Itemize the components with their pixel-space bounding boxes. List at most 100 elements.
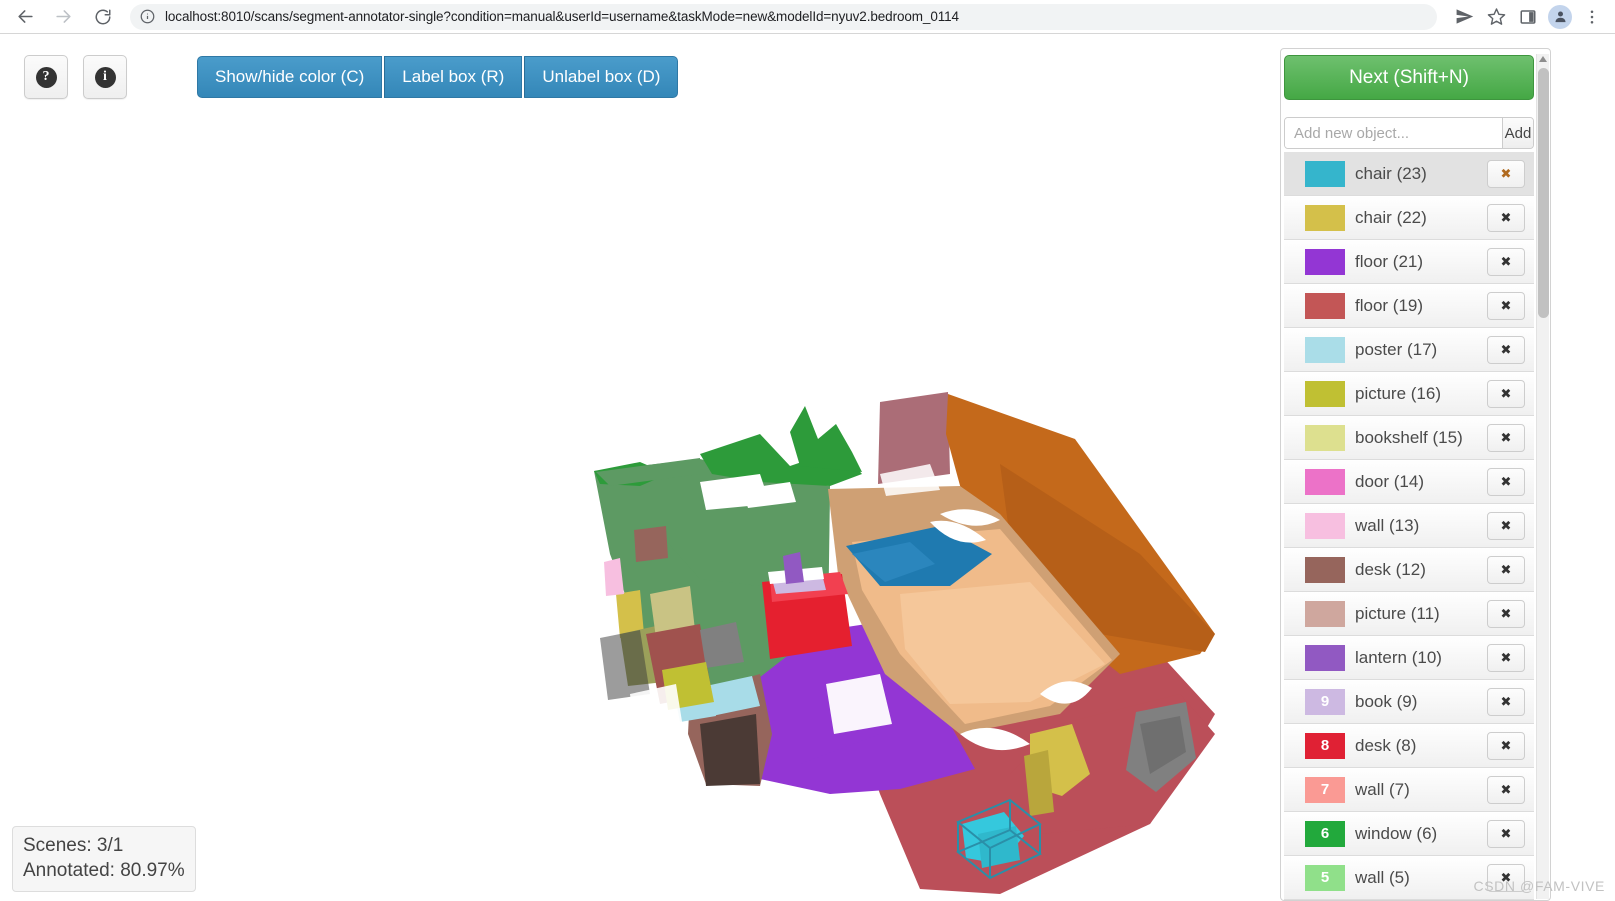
object-color-swatch[interactable] [1305, 644, 1345, 671]
next-button[interactable]: Next (Shift+N) [1284, 55, 1534, 100]
object-color-swatch[interactable] [1305, 380, 1345, 407]
object-list-scrollbar[interactable] [1536, 54, 1549, 899]
object-list-item[interactable]: door (14) ✖ [1284, 460, 1534, 504]
reload-icon[interactable] [88, 2, 118, 32]
object-panel: Next (Shift+N) Add chair (23)✖chair (22)… [1280, 34, 1615, 901]
object-color-swatch[interactable]: 6 [1305, 820, 1345, 847]
object-label: wall (5) [1355, 867, 1410, 887]
object-color-swatch[interactable]: 8 [1305, 732, 1345, 759]
object-list-item[interactable]: bookshelf (15) ✖ [1284, 416, 1534, 460]
object-label: wall (13) [1355, 515, 1420, 535]
object-list-item[interactable]: floor (21) ✖ [1284, 240, 1534, 284]
delete-object-button[interactable]: ✖ [1487, 512, 1525, 540]
url-text: localhost:8010/scans/segment-annotator-s… [165, 9, 959, 24]
object-color-swatch[interactable] [1305, 468, 1345, 495]
label-box-button[interactable]: Label box (R) [384, 56, 523, 98]
back-arrow-icon[interactable] [10, 2, 40, 32]
delete-object-button[interactable]: ✖ [1487, 688, 1525, 716]
object-list-item[interactable]: picture (16) ✖ [1284, 372, 1534, 416]
object-label: bookshelf (15) [1355, 427, 1463, 447]
unlabel-box-button[interactable]: Unlabel box (D) [524, 56, 679, 98]
object-color-swatch[interactable] [1305, 600, 1345, 627]
delete-object-button[interactable]: ✖ [1487, 732, 1525, 760]
object-list-item[interactable]: chair (23) ✖ [1284, 152, 1534, 196]
object-list-item[interactable]: floor (19) ✖ [1284, 284, 1534, 328]
delete-object-button[interactable]: ✖ [1487, 776, 1525, 804]
object-label: door (14) [1355, 471, 1424, 491]
show-hide-color-button[interactable]: Show/hide color (C) [197, 56, 383, 98]
object-color-swatch[interactable]: 5 [1305, 864, 1345, 891]
object-label: book (9) [1355, 691, 1418, 711]
delete-object-button[interactable]: ✖ [1487, 864, 1525, 892]
object-color-swatch[interactable] [1305, 292, 1345, 319]
info-button[interactable]: i [83, 55, 127, 99]
object-color-swatch[interactable] [1305, 248, 1345, 275]
delete-object-button[interactable]: ✖ [1487, 424, 1525, 452]
info-icon: i [94, 66, 116, 88]
scene-mesh [594, 392, 1215, 894]
delete-object-button[interactable]: ✖ [1487, 204, 1525, 232]
object-color-swatch[interactable]: 9 [1305, 688, 1345, 715]
object-label: wall (7) [1355, 779, 1410, 799]
object-list-item[interactable]: desk (12) ✖ [1284, 548, 1534, 592]
add-object-button[interactable]: Add [1502, 118, 1533, 148]
delete-object-button[interactable]: ✖ [1487, 644, 1525, 672]
delete-object-button[interactable]: ✖ [1487, 248, 1525, 276]
add-object-row: Add [1284, 117, 1534, 149]
object-list-item[interactable]: picture (11) ✖ [1284, 592, 1534, 636]
scrollbar-thumb[interactable] [1538, 68, 1549, 318]
browser-menu-icon[interactable] [1577, 2, 1607, 32]
object-list[interactable]: chair (23) ✖ chair (22) ✖ floor (21) ✖ floor (… [1284, 152, 1534, 901]
object-list-item[interactable]: 7 wall (7) ✖ [1284, 768, 1534, 812]
side-panel-icon[interactable] [1513, 2, 1543, 32]
object-color-swatch[interactable] [1305, 204, 1345, 231]
object-label: picture (16) [1355, 383, 1441, 403]
object-color-swatch[interactable]: 7 [1305, 776, 1345, 803]
object-list-item[interactable]: 9 book (9) ✖ [1284, 680, 1534, 724]
help-button[interactable]: ? [24, 55, 68, 99]
scenes-count: Scenes: 3/1 [23, 834, 124, 856]
object-label: lantern (10) [1355, 647, 1442, 667]
object-list-item[interactable]: wall (13) ✖ [1284, 504, 1534, 548]
object-color-swatch[interactable] [1305, 556, 1345, 583]
delete-object-button[interactable]: ✖ [1487, 820, 1525, 848]
object-label: chair (23) [1355, 163, 1427, 183]
bookmark-star-icon[interactable] [1481, 2, 1511, 32]
object-list-item[interactable]: poster (17) ✖ [1284, 328, 1534, 372]
question-mark-icon: ? [35, 66, 57, 88]
forward-arrow-icon[interactable] [48, 2, 78, 32]
object-list-item[interactable]: 6 window (6) ✖ [1284, 812, 1534, 856]
object-label: poster (17) [1355, 339, 1438, 359]
object-label: chair (22) [1355, 207, 1427, 227]
app-page: ? i Show/hide color (C) Label box (R) Un… [0, 34, 1615, 901]
address-bar[interactable]: localhost:8010/scans/segment-annotator-s… [130, 3, 1437, 30]
object-list-item[interactable]: 8 desk (8) ✖ [1284, 724, 1534, 768]
add-object-input[interactable] [1285, 118, 1502, 148]
delete-object-button[interactable]: ✖ [1487, 600, 1525, 628]
object-color-swatch[interactable] [1305, 424, 1345, 451]
object-label: floor (21) [1355, 251, 1424, 271]
browser-toolbar: localhost:8010/scans/segment-annotator-s… [0, 0, 1615, 34]
object-list-item[interactable]: lantern (10) ✖ [1284, 636, 1534, 680]
delete-object-button[interactable]: ✖ [1487, 160, 1525, 188]
delete-object-button[interactable]: ✖ [1487, 556, 1525, 584]
object-color-swatch[interactable] [1305, 336, 1345, 363]
delete-object-button[interactable]: ✖ [1487, 336, 1525, 364]
status-overlay: Scenes: 3/1 Annotated: 80.97% [12, 825, 196, 892]
scene-viewport-3d[interactable] [0, 34, 1280, 901]
object-list-item[interactable]: 5 wall (5) ✖ [1284, 856, 1534, 900]
object-color-swatch[interactable] [1305, 160, 1345, 187]
scroll-up-arrow-icon[interactable] [1539, 56, 1547, 62]
delete-object-button[interactable]: ✖ [1487, 292, 1525, 320]
annotated-percent: Annotated: 80.97% [23, 859, 185, 881]
profile-avatar[interactable] [1545, 2, 1575, 32]
delete-object-button[interactable]: ✖ [1487, 380, 1525, 408]
object-label: window (6) [1355, 823, 1438, 843]
share-icon[interactable] [1449, 2, 1479, 32]
delete-object-button[interactable]: ✖ [1487, 468, 1525, 496]
object-color-swatch[interactable] [1305, 512, 1345, 539]
object-label: desk (12) [1355, 559, 1426, 579]
browser-actions [1447, 2, 1607, 32]
object-list-item[interactable]: chair (22) ✖ [1284, 196, 1534, 240]
site-info-icon[interactable] [140, 9, 156, 25]
